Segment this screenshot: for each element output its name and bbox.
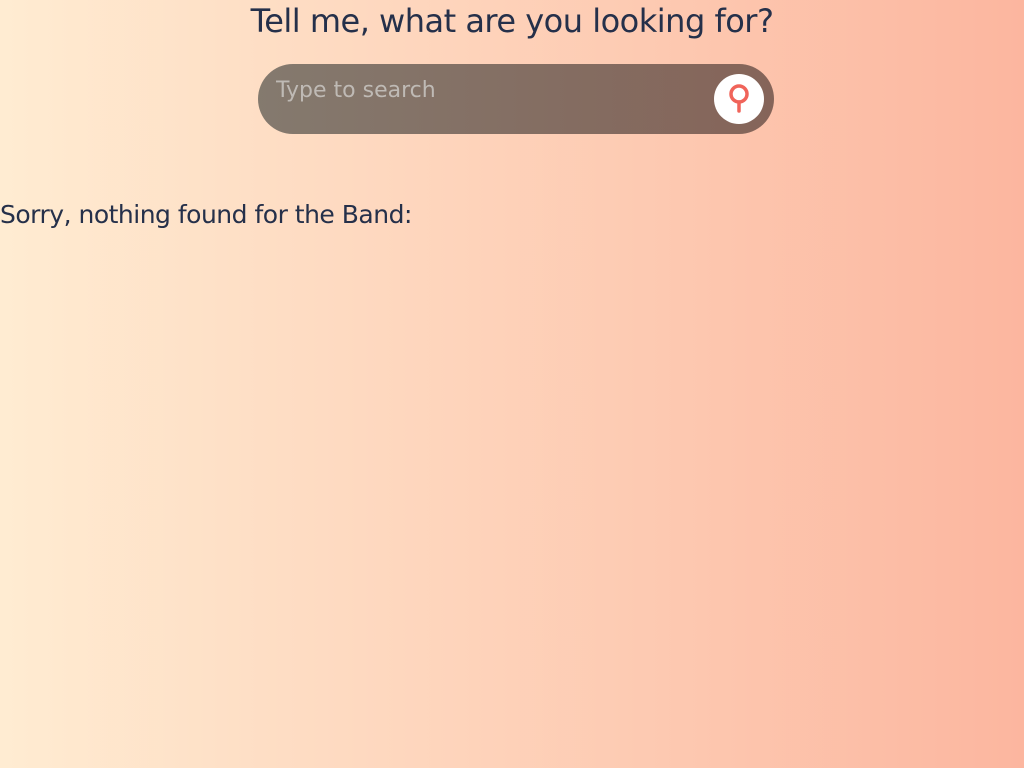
no-results-message: Sorry, nothing found for the Band:: [0, 200, 412, 229]
search-bar: [258, 64, 774, 134]
page-title: Tell me, what are you looking for?: [250, 2, 774, 40]
search-button[interactable]: [714, 74, 764, 124]
search-icon: [726, 83, 752, 116]
search-input[interactable]: [276, 72, 706, 108]
